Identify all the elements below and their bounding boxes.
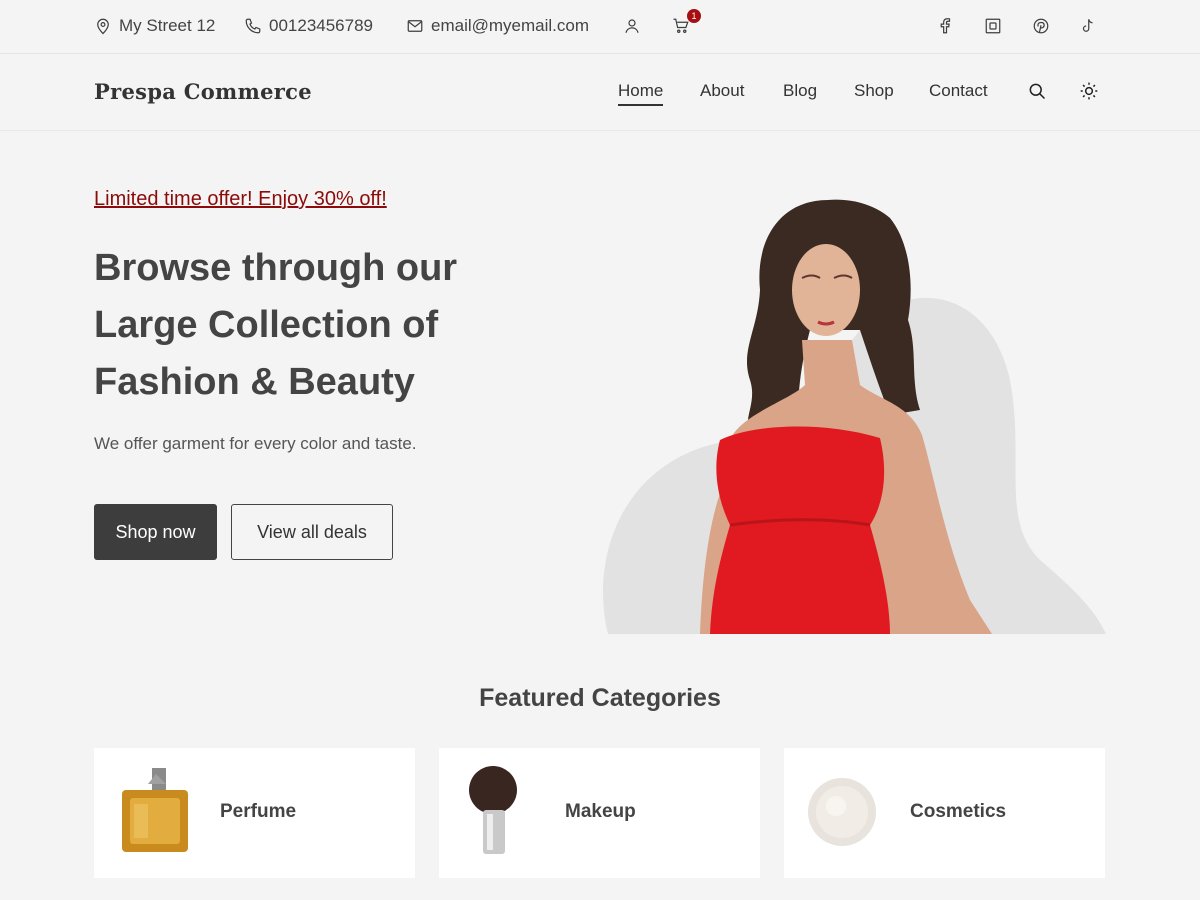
theme-toggle-button[interactable] (1078, 80, 1100, 102)
nav-link-blog[interactable]: Blog (783, 81, 817, 101)
tiktok-link[interactable] (1077, 15, 1099, 37)
search-icon (1029, 83, 1046, 100)
facebook-icon (940, 18, 951, 34)
site-brand[interactable]: Prespa Commerce (94, 79, 312, 104)
nav-link-home[interactable]: Home (618, 81, 664, 106)
pinterest-icon (1033, 18, 1049, 34)
category-card-makeup[interactable]: Makeup (439, 748, 760, 878)
phone-info[interactable]: 00123456789 (244, 14, 373, 38)
view-all-deals-button[interactable]: View all deals (231, 504, 393, 560)
account-button[interactable] (621, 15, 643, 37)
category-label: Cosmetics (910, 801, 1007, 822)
nav-link-about[interactable]: About (700, 81, 744, 101)
cart-count-badge: 1 (687, 9, 701, 23)
cosmetics-powder-image (808, 778, 876, 846)
perfume-image (122, 768, 188, 852)
cart-button[interactable]: 1 (670, 9, 701, 37)
pinterest-link[interactable] (1030, 15, 1052, 37)
email-info[interactable]: email@myemail.com (406, 14, 589, 38)
email-text: email@myemail.com (431, 16, 590, 35)
limited-offer-link[interactable]: Limited time offer! Enjoy 30% off! (94, 188, 387, 211)
nav-link-contact[interactable]: Contact (929, 81, 988, 101)
instagram-link[interactable] (982, 15, 1004, 37)
category-card-cosmetics[interactable]: Cosmetics (784, 748, 1105, 878)
category-label: Perfume (220, 801, 297, 822)
address-info: My Street 12 (94, 14, 215, 38)
search-button[interactable] (1026, 80, 1048, 102)
top-bar: My Street 12 00123456789 email@myemail.c… (0, 0, 1200, 54)
hero-image (603, 199, 1106, 634)
user-icon (625, 19, 639, 33)
phone-icon (245, 18, 261, 34)
shop-now-button[interactable]: Shop now (94, 504, 217, 560)
envelope-icon (407, 20, 423, 32)
tiktok-icon (1082, 19, 1093, 32)
address-text: My Street 12 (119, 16, 216, 35)
hero-headline: Browse through our Large Collection of F… (94, 247, 458, 403)
category-label: Makeup (565, 801, 636, 822)
featured-categories-title: Featured Categories (479, 684, 721, 712)
sun-icon (1080, 82, 1098, 100)
nav-link-shop[interactable]: Shop (854, 81, 894, 101)
instagram-icon (985, 18, 1001, 34)
hero-subtext: We offer garment for every color and tas… (94, 434, 417, 453)
phone-text: 00123456789 (269, 16, 374, 35)
model-dress (710, 426, 890, 634)
category-card-perfume[interactable]: Perfume (94, 748, 415, 878)
location-pin-icon (97, 18, 109, 35)
main-navbar: Prespa Commerce Home About Blog Shop Con… (0, 55, 1200, 131)
model-face (792, 244, 860, 336)
facebook-link[interactable] (934, 15, 956, 37)
makeup-brush-image (469, 766, 517, 854)
